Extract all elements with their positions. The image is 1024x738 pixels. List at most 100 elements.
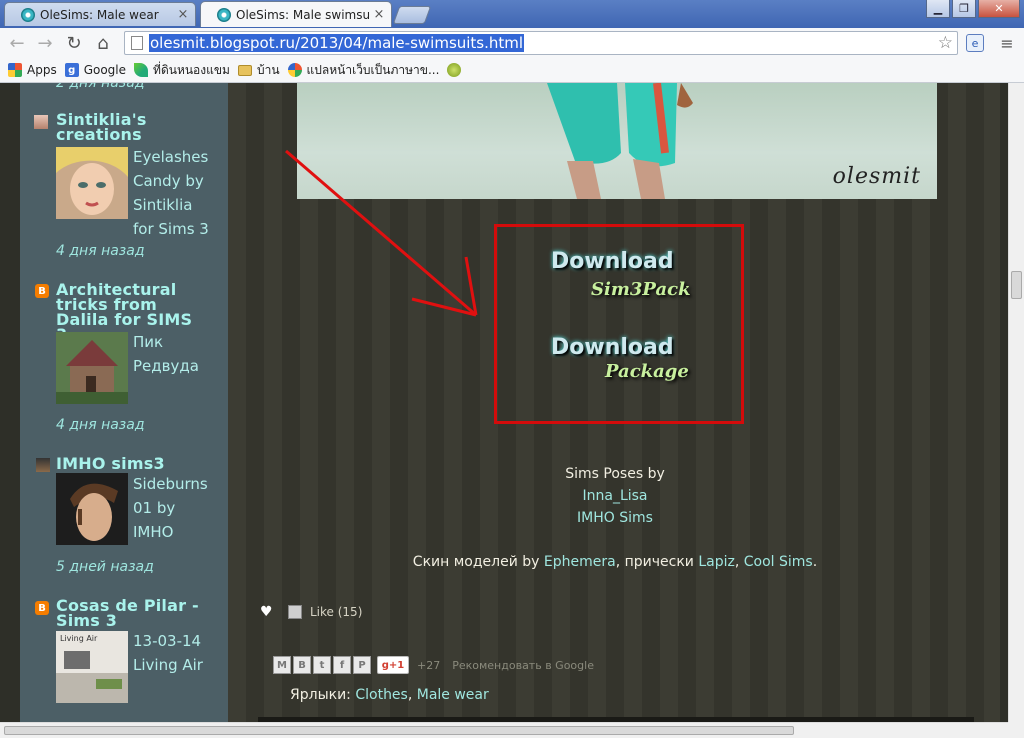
post-thumbnail[interactable]	[56, 147, 128, 219]
address-bar[interactable]: olesmit.blogspot.ru/2013/04/male-swimsui…	[124, 31, 958, 55]
bookmark-label: แปลหน้าเว็บเป็นภาษาข...	[306, 62, 440, 77]
folder-icon	[237, 64, 252, 76]
credits-link-inna-lisa[interactable]: Inna_Lisa	[440, 485, 790, 507]
leaf-icon	[134, 63, 149, 77]
pinterest-share-icon[interactable]: P	[353, 656, 371, 674]
post-thumbnail[interactable]	[56, 473, 128, 545]
entry-date: 4 дня назад	[56, 243, 145, 259]
blog-avatar-icon	[36, 458, 50, 472]
page-icon	[131, 36, 143, 50]
page-viewport: 2 дня назад Sintiklia's creations Eyelas…	[0, 83, 1008, 722]
heart-icon[interactable]: ♥	[260, 605, 274, 619]
new-tab-button[interactable]	[392, 6, 432, 24]
horizontal-scroll-thumb[interactable]	[4, 726, 794, 735]
url-text[interactable]: olesmit.blogspot.ru/2013/04/male-swimsui…	[149, 34, 525, 52]
bookmark-label: บ้าน	[256, 62, 280, 77]
banner-watermark: olesmit	[832, 164, 921, 189]
post-labels: Ярлыки: Clothes, Male wear	[290, 687, 489, 703]
bookmark-apps[interactable]: Apps	[8, 63, 57, 77]
bookmark-translate[interactable]: แปลหน้าเว็บเป็นภาษาข...	[287, 61, 440, 80]
bookmark-home-folder[interactable]: บ้าน	[237, 61, 280, 80]
blog-favicon-icon	[21, 7, 35, 22]
skin-sep: ,	[734, 554, 744, 570]
blogthis-share-icon[interactable]: B	[293, 656, 311, 674]
post-thumbnail[interactable]	[56, 332, 128, 404]
home-button[interactable]: ⌂	[92, 32, 114, 54]
post-title[interactable]: 13-03-14 Living Air	[133, 629, 213, 677]
google-icon: g	[64, 63, 79, 77]
like-checkbox[interactable]	[288, 605, 302, 619]
sim3pack-label[interactable]: Sim3Pack	[591, 279, 691, 300]
ephemera-link[interactable]: Ephemera	[544, 554, 616, 570]
bookmark-extra[interactable]	[447, 63, 466, 77]
tab-title: OleSims: Male wear	[40, 7, 159, 22]
horizontal-scrollbar[interactable]	[0, 722, 1008, 738]
tab-strip: OleSims: Male wear × OleSims: Male swims…	[0, 0, 1024, 28]
credits-line: Sims Poses by	[565, 466, 665, 482]
download-sim3pack-button[interactable]: Download	[551, 249, 674, 274]
tab-male-swimsuits[interactable]: OleSims: Male swimsuits ×	[200, 1, 392, 27]
back-button[interactable]: ←	[6, 32, 28, 54]
blogger-icon: B	[35, 284, 49, 298]
bookmark-label: Google	[83, 63, 127, 77]
menu-icon[interactable]: ≡	[998, 34, 1016, 53]
email-share-icon[interactable]: M	[273, 656, 291, 674]
apps-grid-icon	[8, 63, 22, 77]
blog-title-sintiklia[interactable]: Sintiklia's creations	[56, 112, 206, 143]
entry-date: 5 дней назад	[56, 559, 154, 575]
restore-button[interactable]: ❐	[952, 0, 976, 18]
label-clothes-link[interactable]: Clothes	[355, 687, 408, 703]
extension-icon[interactable]: e	[966, 34, 984, 52]
google-plus-one-button[interactable]: g+1	[377, 656, 409, 674]
translate-icon	[287, 63, 302, 77]
blog-title-pilar[interactable]: Cosas de Pilar - Sims 3	[56, 598, 206, 629]
post-title[interactable]: Sideburns 01 by IMHO	[133, 472, 213, 544]
post-thumbnail[interactable]: Living Air	[56, 631, 128, 703]
labels-sep: ,	[407, 687, 417, 703]
window-controls: ▁ ❐ ✕	[926, 0, 1020, 18]
twitter-share-icon[interactable]: t	[313, 656, 331, 674]
forward-button[interactable]: →	[34, 32, 56, 54]
skin-end: .	[812, 554, 818, 570]
close-window-button[interactable]: ✕	[978, 0, 1020, 18]
labels-prefix: Ярлыки:	[290, 687, 356, 703]
download-package-button[interactable]: Download	[551, 335, 674, 360]
vertical-scroll-thumb[interactable]	[1011, 271, 1022, 299]
bookmark-google[interactable]: g Google	[64, 63, 127, 77]
tab-close-icon[interactable]: ×	[175, 7, 191, 22]
round-green-icon	[447, 63, 462, 77]
package-label[interactable]: Package	[605, 361, 689, 382]
facebook-share-icon[interactable]: f	[333, 656, 351, 674]
download-box: Download Sim3Pack Download Package	[494, 224, 744, 424]
tab-close-icon[interactable]: ×	[371, 7, 387, 22]
scrollbar-corner	[1008, 722, 1024, 738]
skin-mid: , прически	[615, 554, 699, 570]
minimize-button[interactable]: ▁	[926, 0, 950, 18]
bookmark-land[interactable]: ที่ดินหนองแขม	[134, 61, 230, 80]
plus-one-count: +27	[417, 658, 441, 672]
bookmark-label: ที่ดินหนองแขม	[153, 62, 230, 77]
vertical-scrollbar[interactable]	[1008, 83, 1024, 722]
lapiz-link[interactable]: Lapiz	[698, 554, 735, 570]
cool-sims-link[interactable]: Cool Sims	[744, 554, 813, 570]
skin-credits-line: Скин моделей by Ephemera, прически Lapiz…	[390, 551, 840, 573]
recommend-google-text: Рекомендовать в Google	[452, 658, 594, 672]
post-title[interactable]: Eyelashes Candy by Sintiklia for Sims 3	[133, 145, 213, 241]
blogger-icon: B	[35, 601, 49, 615]
credits-link-imho-sims[interactable]: IMHO Sims	[440, 507, 790, 529]
bookmark-label: Apps	[27, 63, 57, 77]
entry-date: 4 дня назад	[56, 417, 145, 433]
credits-block: Sims Poses by Inna_Lisa IMHO Sims	[440, 463, 790, 529]
like-label[interactable]: Like (15)	[310, 605, 362, 619]
browser-toolbar: ← → ↻ ⌂ olesmit.blogspot.ru/2013/04/male…	[0, 28, 1024, 58]
label-male-wear-link[interactable]: Male wear	[417, 687, 489, 703]
blog-title-imho[interactable]: IMHO sims3	[56, 456, 206, 472]
post-title[interactable]: Пик Редвуда	[133, 330, 213, 378]
tab-male-wear[interactable]: OleSims: Male wear ×	[4, 2, 196, 26]
red-arrow-annotation	[285, 149, 478, 317]
share-buttons: M B t f P g+1 +27 Рекомендовать в Google	[273, 656, 594, 674]
tab-title: OleSims: Male swimsuits	[236, 7, 371, 22]
bookmarks-bar: Apps g Google ที่ดินหนองแขม บ้าน แปลหน้าเ…	[0, 58, 1024, 83]
reload-button[interactable]: ↻	[63, 32, 85, 54]
bookmark-star-icon[interactable]: ☆	[938, 33, 953, 53]
